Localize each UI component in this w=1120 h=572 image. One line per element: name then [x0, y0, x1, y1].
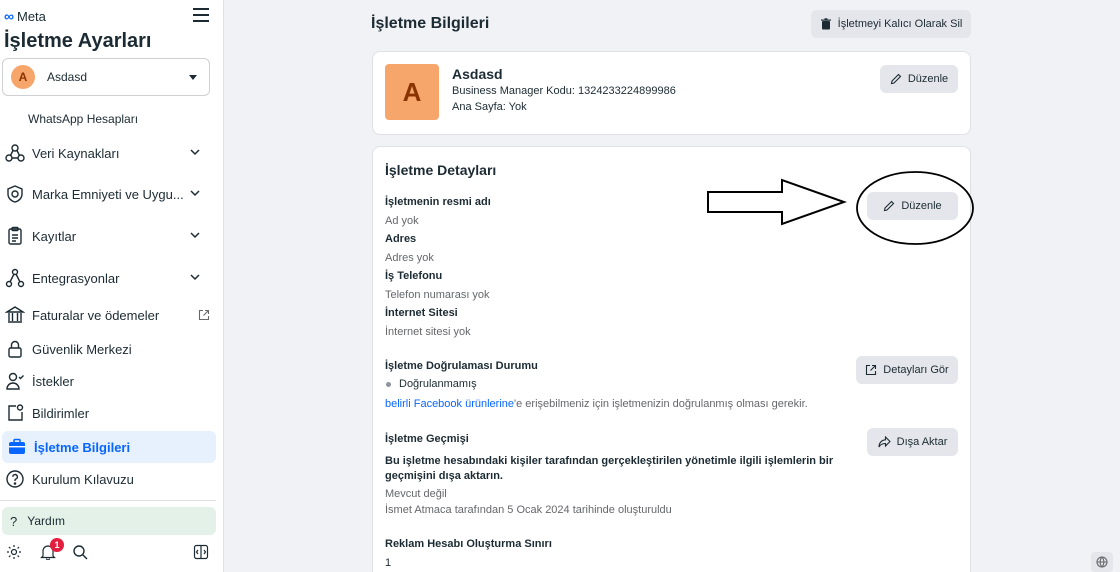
sidebar-item-whatsapp-accounts[interactable]: WhatsApp Hesapları: [28, 112, 138, 126]
meta-logo[interactable]: ∞ Meta: [4, 8, 46, 24]
legal-name-value: Ad yok: [385, 215, 419, 227]
annotation-ellipse: [856, 171, 974, 245]
external-link-icon: [198, 309, 210, 321]
business-home-page: Ana Sayfa: Yok: [452, 101, 527, 113]
details-title: İşletme Detayları: [385, 162, 497, 178]
sidebar-item-notifications[interactable]: Bildirimler: [0, 397, 216, 429]
verification-status-text: Doğrulanmamış: [399, 378, 477, 390]
account-selector[interactable]: A Asdasd: [2, 58, 210, 96]
sidebar-item-label: İstekler: [32, 373, 74, 389]
sidebar-item-requests[interactable]: İstekler: [0, 365, 216, 397]
meta-infinity-icon: ∞: [4, 8, 14, 24]
account-name: Asdasd: [47, 70, 88, 84]
legal-name-label: İşletmenin resmi adı: [385, 196, 491, 208]
chevron-down-icon: [190, 190, 200, 197]
sidebar-item-integrations[interactable]: Entegrasyonlar: [0, 262, 216, 294]
account-avatar: A: [11, 65, 35, 89]
notification-count-badge: 1: [50, 538, 64, 552]
phone-value: Telefon numarası yok: [385, 289, 490, 301]
bank-icon: [4, 304, 26, 326]
sidebar-item-brand-safety[interactable]: Marka Emniyeti ve Uygu...: [0, 178, 216, 210]
chevron-down-icon: [190, 149, 200, 156]
sidebar-item-billing[interactable]: Faturalar ve ödemeler: [0, 299, 216, 331]
sidebar-item-records[interactable]: Kayıtlar: [0, 220, 216, 252]
history-created: İsmet Atmaca tarafından 5 Ocak 2024 tari…: [385, 504, 672, 516]
shield-icon: [4, 183, 26, 205]
ad-limit-value: 1: [385, 557, 392, 569]
briefcase-icon: [6, 436, 28, 458]
help-button[interactable]: ? Yardım: [2, 507, 216, 535]
view-details-label: Detayları Gör: [883, 364, 949, 376]
sidebar-item-label: Faturalar ve ödemeler: [32, 307, 160, 323]
trash-icon: [820, 18, 831, 30]
view-details-button[interactable]: Detayları Gör: [856, 356, 958, 384]
business-name: Asdasd: [452, 66, 503, 82]
page-title: İşletme Bilgileri: [371, 15, 490, 32]
menu-icon[interactable]: [193, 8, 209, 22]
sidebar-bottom-bar: [0, 540, 224, 568]
ad-limit-label: Reklam Hesabı Oluşturma Sınırı: [385, 538, 552, 550]
export-button[interactable]: Dışa Aktar: [867, 428, 958, 456]
business-avatar: A: [385, 64, 439, 120]
caret-down-icon: [189, 75, 197, 80]
globe-icon[interactable]: [1091, 552, 1113, 572]
verification-label: İşletme Doğrulaması Durumu: [385, 360, 538, 372]
clipboard-icon: [4, 225, 26, 247]
sidebar-item-label: Veri Kaynakları: [32, 145, 120, 161]
history-label: İşletme Geçmişi: [385, 433, 469, 445]
sidebar-item-setup-guide[interactable]: Kurulum Kılavuzu: [0, 463, 216, 495]
chevron-down-icon: [190, 274, 200, 281]
app-title: İşletme Ayarları: [4, 30, 152, 52]
sidebar-item-business-info[interactable]: İşletme Bilgileri: [2, 431, 216, 463]
question-circle-icon: [4, 468, 26, 490]
sidebar-item-label: İşletme Bilgileri: [34, 439, 131, 455]
sidebar-item-label: Güvenlik Merkezi: [32, 341, 132, 357]
sidebar-toggle-icon[interactable]: [193, 544, 209, 560]
address-label: Adres: [385, 233, 417, 245]
sidebar: ∞ Meta İşletme Ayarları A Asdasd WhatsAp…: [0, 0, 224, 572]
search-icon[interactable]: [72, 544, 88, 560]
address-value: Adres yok: [385, 252, 434, 264]
external-link-icon: [866, 364, 877, 376]
integrations-icon: [4, 267, 26, 289]
pencil-icon: [890, 73, 902, 85]
delete-business-button[interactable]: İşletmeyi Kalıcı Olarak Sil: [811, 10, 971, 38]
person-check-icon: [4, 370, 26, 392]
website-value: İnternet sitesi yok: [385, 326, 471, 338]
history-description: Bu işletme hesabındaki kişiler tarafında…: [385, 455, 834, 482]
sidebar-item-label: Entegrasyonlar: [32, 270, 120, 286]
history-status: Mevcut değil: [385, 488, 447, 500]
sidebar-item-data-sources[interactable]: Veri Kaynakları: [0, 137, 216, 169]
lock-icon: [4, 338, 26, 360]
chevron-down-icon: [190, 232, 200, 239]
sidebar-item-label: Bildirimler: [32, 405, 90, 421]
sidebar-item-security-center[interactable]: Güvenlik Merkezi: [0, 333, 216, 365]
settings-gear-icon[interactable]: [6, 544, 22, 560]
export-label: Dışa Aktar: [896, 436, 948, 448]
share-arrow-icon: [878, 436, 891, 448]
phone-label: İş Telefonu: [385, 270, 443, 282]
sidebar-item-label: Marka Emniyeti ve Uygu...: [32, 186, 184, 202]
sidebar-item-label: Kayıtlar: [32, 228, 77, 244]
meta-logo-text: Meta: [16, 8, 46, 24]
website-label: İnternet Sitesi: [385, 307, 458, 319]
notification-square-icon: [4, 402, 26, 424]
business-profile-card: A Asdasd Business Manager Kodu: 13242332…: [372, 51, 971, 135]
sidebar-item-label: Kurulum Kılavuzu: [32, 471, 134, 487]
business-manager-code: Business Manager Kodu: 1324233224899986: [452, 85, 676, 97]
status-dot-icon: [386, 381, 391, 387]
delete-business-label: İşletmeyi Kalıcı Olarak Sil: [837, 18, 963, 30]
annotation-arrow: [707, 178, 847, 226]
sidebar-divider: [0, 500, 216, 501]
edit-profile-button[interactable]: Düzenle: [880, 65, 958, 93]
help-label: Yardım: [27, 514, 66, 528]
verification-status: Doğrulanmamış: [385, 378, 477, 390]
edit-label: Düzenle: [907, 73, 949, 85]
question-mark-icon: ?: [10, 513, 18, 529]
verification-note-text: 'e erişebilmeniz için işletmenizin doğru…: [514, 398, 808, 410]
data-sources-icon: [4, 142, 26, 164]
verification-note: belirli Facebook ürünlerine'e erişebilme…: [385, 398, 808, 410]
facebook-products-link[interactable]: belirli Facebook ürünlerine: [385, 398, 514, 410]
